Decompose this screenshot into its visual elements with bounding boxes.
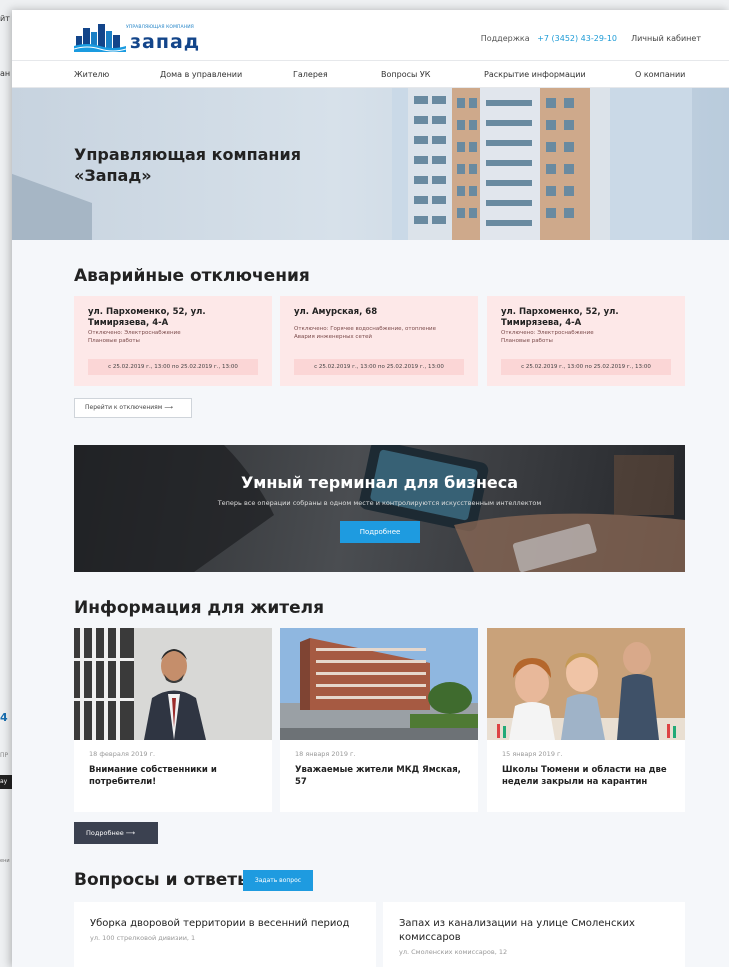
qa-card[interactable]: Запах из канализации на улице Смоленских… <box>383 902 685 967</box>
news-date: 18 февраля 2019 г. <box>89 750 156 758</box>
outage-dates: с 25.02.2019 г., 13:00 по 25.02.2019 г.,… <box>294 359 464 375</box>
news-date: 15 января 2019 г. <box>502 750 563 758</box>
news-date: 18 января 2019 г. <box>295 750 356 758</box>
outage-address: ул. Амурская, 68 <box>294 307 378 317</box>
info-title: Информация для жителя <box>74 598 324 618</box>
outage-detail: Отключено: Электроснабжение <box>501 330 594 336</box>
qa-card[interactable]: Уборка дворовой территории в весенний пе… <box>74 902 376 967</box>
company-logo[interactable]: управляющая компания запад <box>74 22 204 54</box>
background-text: ан <box>0 69 11 78</box>
qa-question-address: ул. 100 стрелковой дивизии, 1 <box>90 934 196 942</box>
background-text: ени <box>0 858 10 864</box>
nav-item-disclosure[interactable]: Раскрытие информации <box>484 70 586 79</box>
news-title[interactable]: Уважаемые жители МКД Ямская, 57 <box>295 764 467 788</box>
news-card[interactable]: 15 января 2019 г. Школы Тюмени и области… <box>487 628 685 812</box>
support-label: Поддержка <box>480 34 530 43</box>
outage-card[interactable]: ул. Амурская, 68 Отключено: Горячее водо… <box>280 296 478 386</box>
hero-title: Управляющая компания «Запад» <box>74 145 301 185</box>
outage-detail: Плановые работы <box>88 338 140 344</box>
nav-item-residents[interactable]: Жителю <box>74 70 109 79</box>
logo-name: запад <box>130 31 201 53</box>
outages-title: Аварийные отключения <box>74 266 310 286</box>
background-text: йт <box>0 14 10 23</box>
personal-cabinet-link[interactable]: Личный кабинет <box>631 34 701 43</box>
site-header: управляющая компания запад Поддержка +7 … <box>12 10 729 60</box>
ask-question-button[interactable]: Задать вопрос <box>243 870 313 891</box>
outage-address: ул. Пархоменко, 52, ул. Тимирязева, 4-А <box>88 307 206 328</box>
outage-detail: Отключено: Горячее водоснабжение, отопле… <box>294 326 437 332</box>
banner-title: Умный терминал для бизнеса <box>240 473 519 492</box>
news-image <box>74 628 272 740</box>
nav-item-houses[interactable]: Дома в управлении <box>160 70 242 79</box>
support-contact: Поддержка +7 (3452) 43-29-10 <box>481 34 617 43</box>
city-skyline-icon <box>74 24 126 52</box>
outage-detail: Отключено: Электроснабжение <box>88 330 181 336</box>
hero-building-image <box>392 88 692 240</box>
outage-card[interactable]: ул. Пархоменко, 52, ул. Тимирязева, 4-А … <box>487 296 685 386</box>
qa-question-address: ул. Смоленских комиссаров, 12 <box>399 948 508 956</box>
logo-subtitle: управляющая компания <box>126 25 194 30</box>
qa-title: Вопросы и ответы <box>74 870 253 890</box>
outage-card[interactable]: ул. Пархоменко, 52, ул. Тимирязева, 4-А … <box>74 296 272 386</box>
go-to-outages-button[interactable]: Перейти к отключениям ⟶ <box>74 398 192 418</box>
banner-subtitle: Теперь все операции собраны в одном мест… <box>217 499 542 507</box>
news-image <box>280 628 478 740</box>
outage-address: ул. Пархоменко, 52, ул. Тимирязева, 4-А <box>501 307 619 328</box>
promo-banner: Умный терминал для бизнеса Теперь все оп… <box>74 445 685 572</box>
news-more-button[interactable]: Подробнее ⟶ <box>74 822 158 844</box>
nav-item-questions[interactable]: Вопросы УК <box>381 70 430 79</box>
hero-banner: Управляющая компания «Запад» <box>12 88 729 240</box>
news-image <box>487 628 685 740</box>
outage-dates: с 25.02.2019 г., 13:00 по 25.02.2019 г.,… <box>501 359 671 375</box>
outage-dates: с 25.02.2019 г., 13:00 по 25.02.2019 г.,… <box>88 359 258 375</box>
news-title[interactable]: Внимание собственники и потребители! <box>89 764 261 788</box>
news-card[interactable]: 18 февраля 2019 г. Внимание собственники… <box>74 628 272 812</box>
outage-detail: Авария инженерных сетей <box>294 334 372 340</box>
news-card[interactable]: 18 января 2019 г. Уважаемые жители МКД Я… <box>280 628 478 812</box>
news-title[interactable]: Школы Тюмени и области на две недели зак… <box>502 764 674 788</box>
background-text: ay <box>0 778 8 785</box>
qa-question-title[interactable]: Уборка дворовой территории в весенний пе… <box>90 917 360 931</box>
background-text: 4 <box>0 711 8 724</box>
qa-question-title[interactable]: Запах из канализации на улице Смоленских… <box>399 917 669 945</box>
banner-photo <box>74 445 685 572</box>
banner-more-button[interactable]: Подробнее <box>340 521 420 543</box>
background-text: ПР <box>0 752 9 759</box>
nav-item-about[interactable]: О компании <box>635 70 685 79</box>
nav-item-gallery[interactable]: Галерея <box>293 70 328 79</box>
outage-detail: Плановые работы <box>501 338 553 344</box>
support-phone-link[interactable]: +7 (3452) 43-29-10 <box>537 34 617 43</box>
browser-page: управляющая компания запад Поддержка +7 … <box>12 10 729 967</box>
main-navigation: Жителю Дома в управлении Галерея Вопросы… <box>12 60 729 88</box>
